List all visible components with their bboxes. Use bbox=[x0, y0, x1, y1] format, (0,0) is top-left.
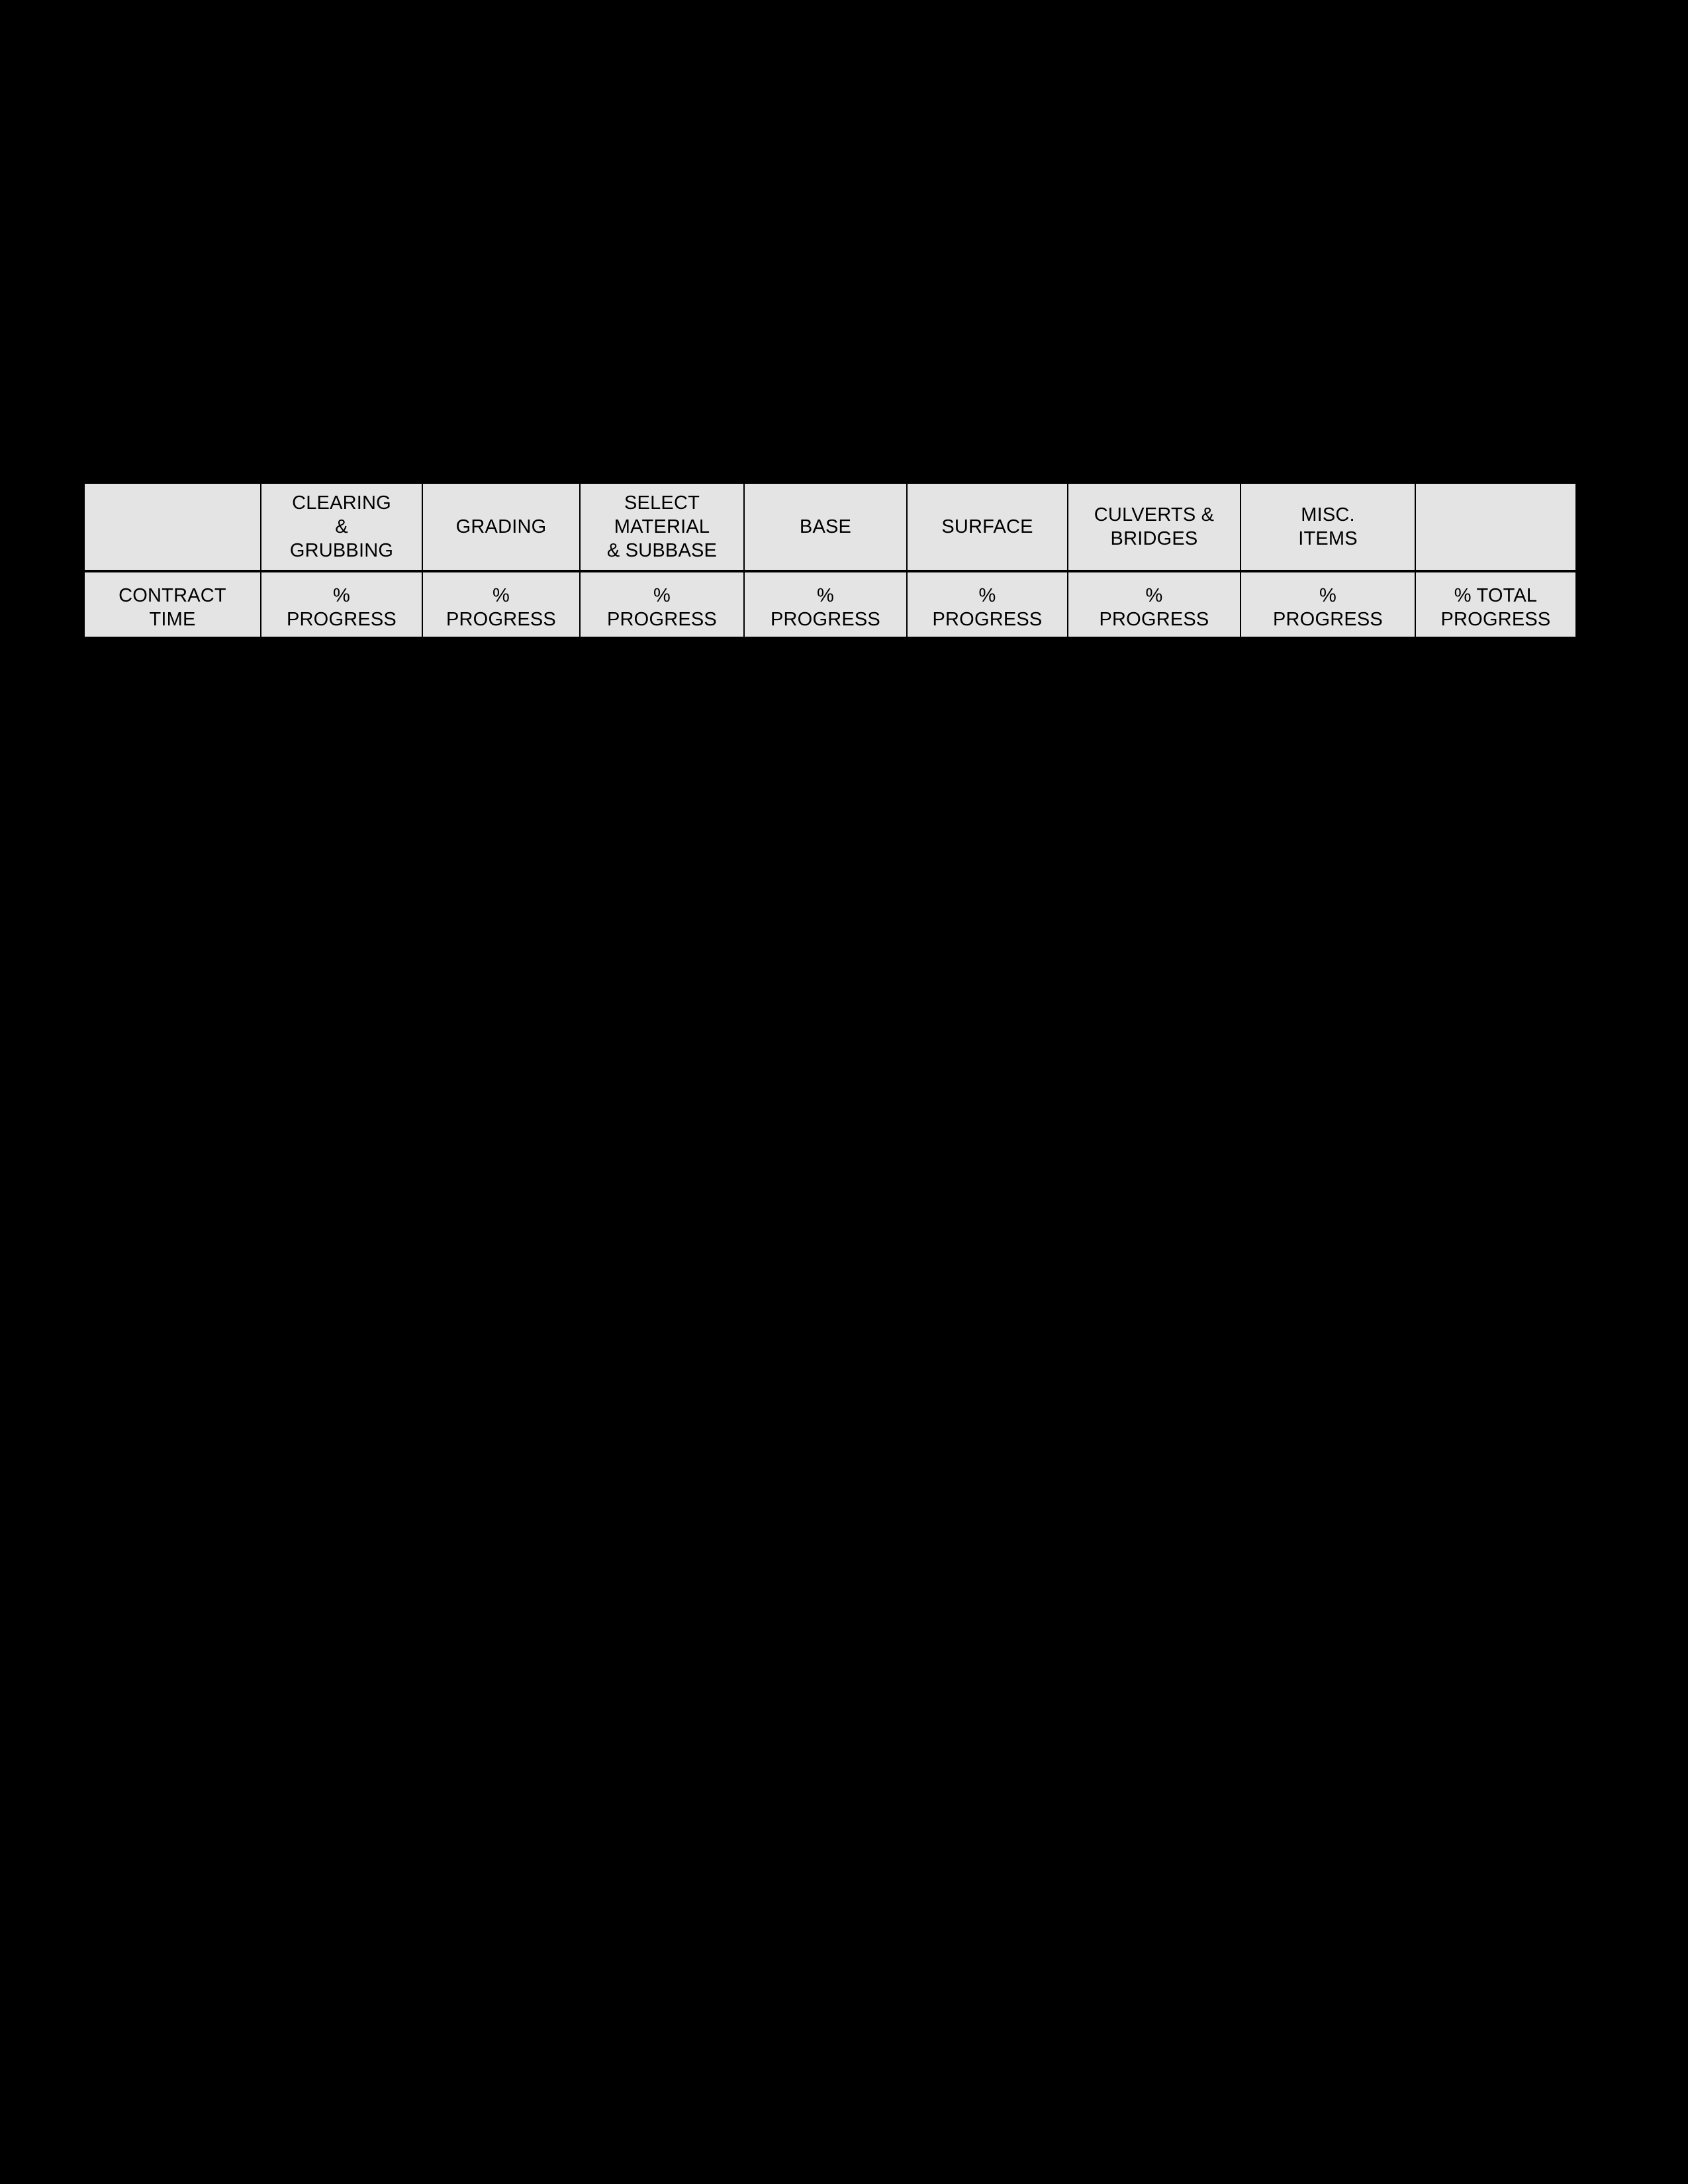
table-row-work-categories: CLEARING & GRUBBING GRADING SELECT MATER… bbox=[85, 484, 1575, 573]
cell-text-line: PROGRESS bbox=[1273, 609, 1383, 630]
cell-text-line: SELECT bbox=[624, 492, 700, 514]
cell-text-line: PROGRESS bbox=[932, 609, 1043, 630]
cell-text-line: % bbox=[333, 585, 350, 606]
table-row-measure-headers: CONTRACT TIME % PROGRESS % PROGRESS % PR… bbox=[85, 571, 1575, 637]
cell-text-line: % bbox=[817, 585, 834, 606]
cell-measure-culverts-bridges: % PROGRESS bbox=[1067, 571, 1241, 637]
cell-measure-grading: % PROGRESS bbox=[422, 571, 581, 637]
cell-category-base: BASE bbox=[743, 484, 908, 573]
cell-text-line: CONTRACT bbox=[118, 585, 226, 606]
cell-text-line: CLEARING bbox=[292, 492, 391, 514]
cell-text-line: TIME bbox=[149, 609, 196, 630]
cell-text-line: GRUBBING bbox=[289, 540, 394, 562]
cell-text-line: SURFACE bbox=[941, 516, 1033, 538]
cell-text-line: % bbox=[978, 585, 996, 606]
cell-text-line: % bbox=[653, 585, 671, 606]
cell-text-line: % TOTAL bbox=[1454, 585, 1538, 606]
cell-category-clearing-grubbing: CLEARING & GRUBBING bbox=[260, 484, 423, 573]
cell-text-line: CULVERTS & bbox=[1094, 504, 1215, 526]
cell-text-line: PROGRESS bbox=[446, 609, 556, 630]
cell-text-line: % bbox=[1145, 585, 1163, 606]
cell-text-line: PROGRESS bbox=[287, 609, 397, 630]
progress-table-container: CLEARING & GRUBBING GRADING SELECT MATER… bbox=[85, 484, 1575, 637]
cell-text-line: ITEMS bbox=[1298, 528, 1358, 550]
cell-text-line: PROGRESS bbox=[771, 609, 880, 630]
cell-text-line: BRIDGES bbox=[1110, 528, 1198, 550]
cell-measure-clearing-grubbing: % PROGRESS bbox=[260, 571, 423, 637]
cell-text-line: % bbox=[1319, 585, 1336, 606]
page-canvas: CLEARING & GRUBBING GRADING SELECT MATER… bbox=[0, 0, 1688, 2184]
cell-category-total bbox=[1415, 484, 1575, 573]
cell-category-contract-time bbox=[85, 484, 261, 573]
cell-text-line: MATERIAL bbox=[614, 516, 710, 538]
cell-measure-select-material-subbase: % PROGRESS bbox=[579, 571, 745, 637]
cell-category-select-material-subbase: SELECT MATERIAL & SUBBASE bbox=[579, 484, 745, 573]
cell-measure-surface: % PROGRESS bbox=[906, 571, 1068, 637]
cell-measure-misc-items: % PROGRESS bbox=[1240, 571, 1416, 637]
construction-progress-header-table: CLEARING & GRUBBING GRADING SELECT MATER… bbox=[85, 484, 1575, 637]
cell-text-line: BASE bbox=[799, 516, 852, 538]
cell-measure-total-progress: % TOTAL PROGRESS bbox=[1415, 571, 1575, 637]
cell-measure-base: % PROGRESS bbox=[743, 571, 908, 637]
cell-text-line: PROGRESS bbox=[1099, 609, 1209, 630]
cell-text-line: GRADING bbox=[455, 516, 547, 538]
cell-text-line: PROGRESS bbox=[1440, 609, 1551, 630]
cell-text-line: PROGRESS bbox=[607, 609, 717, 630]
cell-category-misc-items: MISC. ITEMS bbox=[1240, 484, 1416, 573]
cell-category-grading: GRADING bbox=[422, 484, 581, 573]
cell-category-surface: SURFACE bbox=[906, 484, 1068, 573]
cell-text-line: & SUBBASE bbox=[606, 540, 718, 562]
cell-text-line: MISC. bbox=[1301, 504, 1355, 526]
cell-category-culverts-bridges: CULVERTS & BRIDGES bbox=[1067, 484, 1241, 573]
cell-measure-contract-time: CONTRACT TIME bbox=[85, 571, 261, 637]
cell-text-line: & bbox=[335, 516, 348, 538]
cell-text-line: % bbox=[492, 585, 510, 606]
